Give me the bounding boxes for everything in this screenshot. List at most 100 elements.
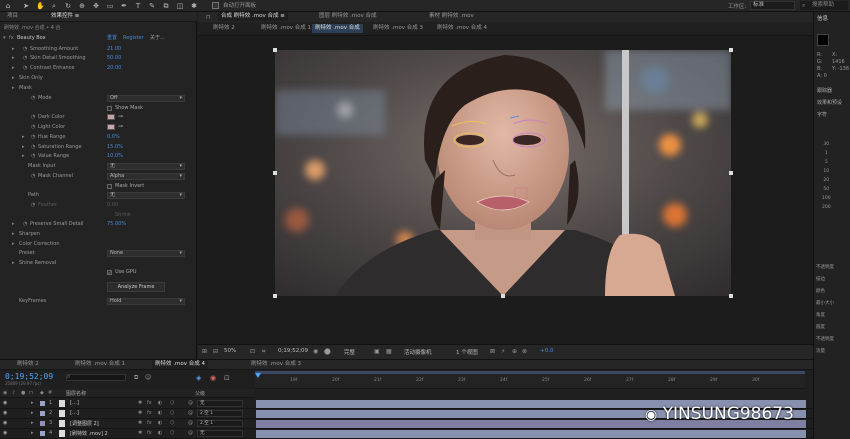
adjustment-switch-icon[interactable]: ◐	[158, 430, 162, 436]
transform-handle[interactable]	[729, 48, 733, 52]
selection-icon[interactable]: ➤	[22, 2, 30, 10]
switch-icon[interactable]: ✱	[138, 410, 142, 416]
resolution-select[interactable]: 完整	[344, 348, 355, 356]
expand-triangle-icon[interactable]: ▸	[31, 400, 34, 406]
switch-icon[interactable]: ✱	[138, 400, 142, 406]
collapse-triangle-icon[interactable]: ▾	[3, 34, 6, 44]
stopwatch-icon[interactable]: ◔	[31, 123, 35, 133]
visibility-icon[interactable]: ◉	[3, 430, 7, 436]
puppet-icon[interactable]: ✱	[190, 2, 198, 10]
lock-icon[interactable]: ⊓	[206, 14, 211, 21]
visibility-icon[interactable]: ◉	[3, 420, 7, 426]
pickwhip-icon[interactable]: @	[188, 400, 193, 406]
stopwatch-icon[interactable]: ◔	[31, 172, 35, 182]
param-dropdown[interactable]: 无	[107, 163, 185, 170]
subtab-comp-2[interactable]: 刷特效 2	[210, 24, 238, 33]
timeline-tab-active[interactable]: 刷特效 .mov 合成 4	[152, 360, 208, 369]
search-help-input[interactable]: ⌕ 搜索帮助	[800, 1, 848, 10]
checkbox[interactable]	[107, 106, 112, 111]
magnifier-icon[interactable]: ⊞	[202, 348, 207, 355]
about-link[interactable]: 关于...	[150, 34, 165, 44]
pen-icon[interactable]: ✒	[120, 2, 128, 10]
parent-select[interactable]: 2.空 1	[197, 410, 243, 417]
parent-select[interactable]: 无	[197, 400, 243, 407]
layer-search-input[interactable]	[66, 374, 126, 381]
stopwatch-icon[interactable]: ◔	[31, 201, 35, 211]
rotate-icon[interactable]: ↻	[64, 2, 72, 10]
playhead[interactable]	[255, 373, 261, 388]
expand-triangle-icon[interactable]: ▸	[12, 84, 15, 94]
eraser-icon[interactable]: ◫	[176, 2, 184, 10]
tab-layer[interactable]: 图层 刷特效 .mov 合成	[316, 12, 379, 21]
graph-editor-icon[interactable]: ⊡	[224, 374, 230, 382]
stopwatch-icon[interactable]: ◔	[31, 152, 35, 162]
expand-triangle-icon[interactable]: ▸	[22, 152, 25, 162]
adjustment-switch-icon[interactable]: ◐	[158, 420, 162, 426]
rectangle-icon[interactable]: ▭	[106, 2, 114, 10]
analyze-frame-button[interactable]: Analyze Frame	[107, 282, 165, 292]
dark-color-swatch[interactable]	[107, 114, 115, 120]
fx-switch-icon[interactable]: fx	[147, 400, 152, 406]
views-select[interactable]: 1 个视图	[456, 348, 478, 356]
register-link[interactable]: Register	[123, 34, 144, 44]
exposure-value[interactable]: +0.0	[540, 348, 553, 354]
checkbox[interactable]	[107, 184, 112, 189]
param-dropdown[interactable]: 无	[107, 192, 185, 199]
stopwatch-icon[interactable]: ◔	[31, 133, 35, 143]
label-color-swatch[interactable]	[40, 411, 45, 416]
subtab-comp-active[interactable]: 刷特效 .mov 合成	[312, 24, 363, 33]
time-ruler[interactable]: 19f 20f 21f 22f 23f 24f 25f 26f 27f 28f 29f 30f	[255, 371, 805, 389]
layer-name[interactable]: [调整图层 2]	[70, 420, 99, 427]
fx-switch-icon[interactable]: fx	[147, 420, 152, 426]
hand-icon[interactable]: ✋	[36, 2, 45, 10]
param-dropdown[interactable]: None	[107, 250, 185, 257]
fx-switch-icon[interactable]: fx	[147, 410, 152, 416]
layer-row[interactable]: ◉ ▸ 4 [刷特效 .mov] 2 ✱ fx ◐ ⬡ @ 无	[0, 429, 813, 439]
zoom-icon[interactable]: ⌕	[50, 2, 58, 10]
param-dropdown[interactable]: Alpha	[107, 173, 185, 180]
pickwhip-icon[interactable]: @	[188, 420, 193, 426]
expand-triangle-icon[interactable]: ▸	[12, 64, 15, 74]
adjustment-switch-icon[interactable]: ◐	[158, 410, 162, 416]
channel-icon[interactable]: ⬤	[324, 348, 331, 355]
label-color-swatch[interactable]	[40, 401, 45, 406]
pan-behind-icon[interactable]: ✥	[92, 2, 100, 10]
brush-icon[interactable]: ✎	[148, 2, 156, 10]
stopwatch-icon[interactable]: ◔	[23, 220, 27, 230]
transform-handle[interactable]	[729, 171, 733, 175]
effects-presets-tab[interactable]: 效果和预设	[817, 97, 842, 109]
mask-visibility-icon[interactable]: ⌗	[262, 348, 265, 356]
motion-blur-icon[interactable]: ◉	[210, 374, 216, 382]
param-value[interactable]: 0.00	[107, 201, 118, 211]
adjustment-switch-icon[interactable]: ◐	[158, 400, 162, 406]
fx-switch-icon[interactable]: fx	[147, 430, 152, 436]
composition-viewer[interactable]	[198, 36, 813, 344]
checkbox[interactable]: ✓	[107, 270, 112, 275]
region-icon[interactable]: ▣	[374, 348, 380, 355]
stopwatch-icon[interactable]: ◔	[31, 94, 35, 104]
tracker-tab[interactable]: 跟踪器	[817, 85, 842, 97]
clone-icon[interactable]: ⧉	[162, 2, 170, 10]
snapshot-icon[interactable]: ◉	[313, 348, 318, 355]
label-color-swatch[interactable]	[40, 421, 45, 426]
transform-handle[interactable]	[273, 171, 277, 175]
pickwhip-icon[interactable]: @	[188, 430, 193, 436]
3d-switch-icon[interactable]: ⬡	[170, 400, 174, 406]
param-dropdown[interactable]: Hold	[107, 298, 185, 305]
auto-open-checkbox[interactable]	[212, 2, 219, 9]
layer-name[interactable]: […]	[70, 410, 79, 416]
tab-footage[interactable]: 素材 刷特效 .mov	[426, 12, 477, 21]
layer-name[interactable]: […]	[70, 400, 79, 406]
eyedropper-icon[interactable]: ⊸	[118, 113, 123, 120]
current-time[interactable]: 0;19;52;09	[278, 348, 308, 354]
reset-link[interactable]: 重置	[107, 34, 117, 44]
param-value[interactable]: 50.00	[107, 54, 121, 64]
param-value[interactable]: 20.00	[107, 64, 121, 74]
timeline-link-icon[interactable]: ⊕	[512, 348, 517, 355]
timeline-timecode[interactable]: 0;19;52;09	[5, 372, 53, 381]
3d-switch-icon[interactable]: ⬡	[170, 430, 174, 436]
layer-name[interactable]: [刷特效 .mov] 2	[70, 430, 108, 437]
transform-handle[interactable]	[501, 294, 505, 298]
pickwhip-icon[interactable]: @	[188, 410, 193, 416]
fx-badge[interactable]: fx	[9, 34, 14, 44]
